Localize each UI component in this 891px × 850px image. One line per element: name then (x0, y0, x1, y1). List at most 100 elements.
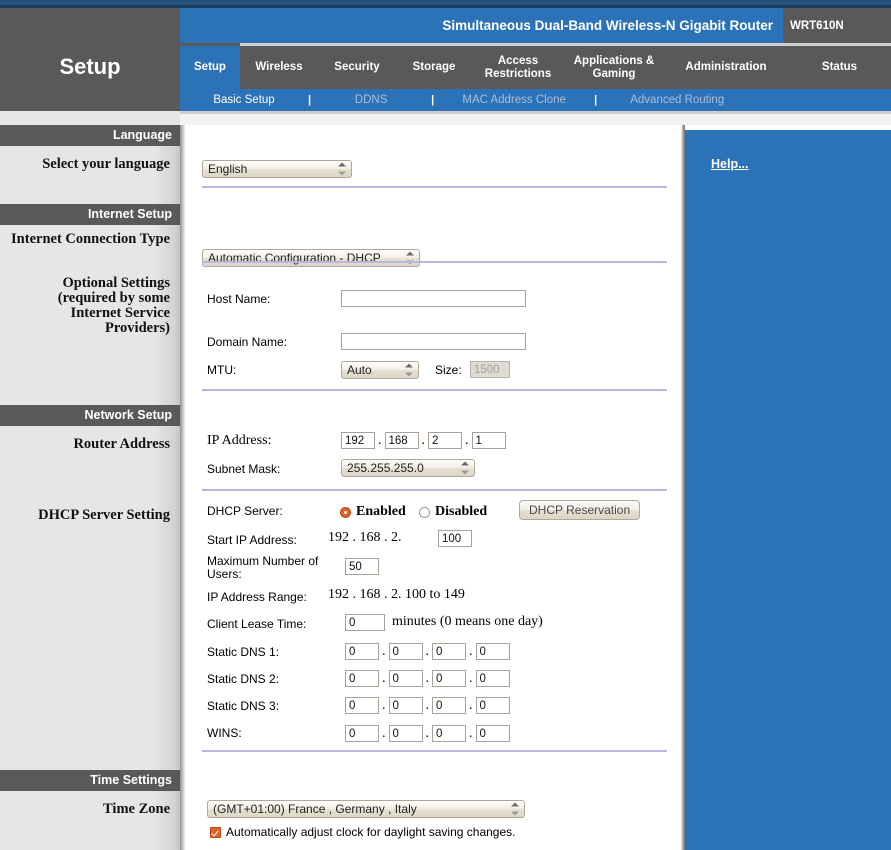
internet-connection-type-select[interactable]: Automatic Configuration - DHCP (202, 249, 420, 267)
subnet-mask-select[interactable]: 255.255.255.0 (341, 459, 475, 477)
sidebar-label-optional-settings-required-by-some-inter: Optional Settings (required by some Inte… (57, 275, 170, 336)
dhcp-server-row: DHCP Server: (207, 504, 283, 518)
tab-storage[interactable]: Storage (396, 46, 472, 89)
tab-label: Applications & Gaming (573, 54, 655, 80)
dhcp-disabled-radio[interactable] (419, 506, 430, 518)
tab-label: Setup (194, 61, 226, 73)
domain-name-input[interactable] (341, 333, 526, 350)
sidebar-section-language: Language (0, 125, 180, 146)
dns2-octet-4[interactable] (475, 670, 510, 687)
start-ip-last-octet-input[interactable] (438, 530, 472, 547)
dns1-octet-4[interactable] (475, 643, 510, 660)
model-name: WRT610N (790, 19, 844, 32)
subnet-mask-value: 255.255.255.0 (347, 461, 424, 475)
start-ip-row: Start IP Address: (207, 533, 297, 547)
dns3-row: Static DNS 3: (207, 699, 279, 713)
tab-label: Security (334, 61, 380, 73)
subnav-item-mac-address-clone[interactable]: MAC Address Clone (434, 94, 594, 106)
dst-checkbox[interactable] (210, 826, 221, 838)
dns3-octet-1[interactable] (345, 697, 379, 714)
dns2-dot-1: . (382, 670, 386, 686)
wins-octet-1[interactable] (345, 725, 379, 742)
dns2-row: Static DNS 2: (207, 672, 279, 686)
dns3-dot-1: . (382, 697, 386, 713)
dhcp-enabled-label: Enabled (356, 504, 406, 519)
dns3-octet-4[interactable] (475, 697, 510, 714)
dns1-row: Static DNS 1: (207, 645, 279, 659)
subnav-item-basic-setup[interactable]: Basic Setup (180, 94, 308, 106)
help-link[interactable]: Help... (711, 157, 749, 171)
tab-label: Access Restrictions (484, 54, 552, 80)
max-users-input[interactable] (345, 558, 379, 575)
dns2-dot-3: . (469, 670, 473, 686)
sidebar-label-dhcp-server-setting: DHCP Server Setting (38, 507, 170, 523)
dns3-label: Static DNS 3: (207, 699, 280, 713)
lease-time-label: Client Lease Time: (207, 617, 307, 631)
tab-setup[interactable]: Setup (180, 46, 240, 89)
host-name-input[interactable] (341, 290, 526, 307)
tab-label: Wireless (255, 61, 303, 73)
subnav-item-ddns[interactable]: DDNS (311, 94, 431, 106)
host-name-row: Host Name: (207, 292, 337, 306)
language-select[interactable]: English (202, 160, 352, 178)
wins-dot-1: . (382, 725, 386, 741)
wins-row: WINS: (207, 726, 242, 740)
tab-applications-gaming[interactable]: Applications & Gaming (564, 46, 664, 89)
dns3-dot-2: . (425, 697, 430, 713)
domain-name-label: Domain Name: (207, 335, 288, 349)
dns1-dot-2: . (425, 643, 430, 659)
mtu-select-value: Auto (347, 363, 372, 377)
subnet-mask-row: Subnet Mask: (207, 462, 280, 476)
tab-access-restrictions[interactable]: Access Restrictions (472, 46, 564, 89)
wins-octet-3[interactable] (432, 725, 466, 742)
dhcp-enabled-radio-wrap[interactable]: Enabled (340, 504, 406, 520)
dhcp-reservation-button[interactable]: DHCP Reservation (519, 500, 641, 520)
start-ip-label: Start IP Address: (207, 533, 297, 547)
tab-security[interactable]: Security (318, 46, 396, 89)
ip-octet-3[interactable] (428, 432, 462, 449)
dns2-octet-1[interactable] (345, 670, 379, 687)
subnet-mask-label: Subnet Mask: (207, 462, 281, 476)
dhcp-disabled-label: Disabled (435, 504, 488, 519)
mtu-size-label: Size: (435, 363, 462, 377)
wins-octet-2[interactable] (388, 725, 423, 742)
sidebar-section-internet-setup: Internet Setup (0, 204, 180, 225)
product-name: Simultaneous Dual-Band Wireless-N Gigabi… (442, 18, 773, 33)
dns2-octet-2[interactable] (388, 670, 423, 687)
tab-status[interactable]: Status (788, 46, 891, 89)
wins-octet-4[interactable] (475, 725, 510, 742)
dns2-octet-3[interactable] (432, 670, 466, 687)
dns3-octet-3[interactable] (432, 697, 466, 714)
mtu-select[interactable]: Auto (341, 361, 419, 379)
ip-address-octets: . . . (341, 432, 506, 449)
divider-1 (202, 186, 667, 188)
lease-time-input[interactable] (345, 614, 385, 631)
dns2-octets: . . . (345, 670, 510, 687)
settings-form: English Automatic Configuration - DHCP H… (185, 125, 681, 850)
ip-range-value: 192 . 168 . 2. 100 to 149 (328, 587, 465, 602)
wins-label: WINS: (207, 726, 242, 740)
ip-octet-4[interactable] (471, 432, 506, 449)
dns1-octet-2[interactable] (388, 643, 423, 660)
subnav-item-advanced-routing[interactable]: Advanced Routing (597, 94, 757, 106)
sub-navigation: Basic Setup | DDNS | MAC Address Clone | Advan… (180, 89, 891, 111)
dns1-label: Static DNS 1: (207, 645, 280, 659)
sidebar-label-router-address: Router Address (73, 436, 170, 452)
time-zone-select[interactable]: (GMT+01:00) France , Germany , Italy (207, 800, 525, 818)
tab-label: Status (821, 61, 858, 73)
dns1-dot-1: . (382, 643, 386, 659)
tab-wireless[interactable]: Wireless (240, 46, 318, 89)
dhcp-disabled-radio-wrap[interactable]: Disabled (419, 504, 487, 520)
dns1-octet-1[interactable] (345, 643, 379, 660)
dns1-octet-3[interactable] (432, 643, 466, 660)
dst-checkbox-row[interactable]: Automatically adjust clock for daylight … (210, 825, 515, 839)
page-title-block: Setup (0, 8, 180, 125)
ip-octet-2[interactable] (384, 432, 419, 449)
tab-administration[interactable]: Administration (664, 46, 788, 89)
dns2-dot-2: . (425, 670, 430, 686)
tab-label: Administration (685, 61, 767, 73)
chevron-updown-icon (338, 162, 346, 176)
ip-octet-1[interactable] (341, 432, 375, 449)
dhcp-enabled-radio[interactable] (340, 506, 351, 518)
dns3-octet-2[interactable] (388, 697, 423, 714)
